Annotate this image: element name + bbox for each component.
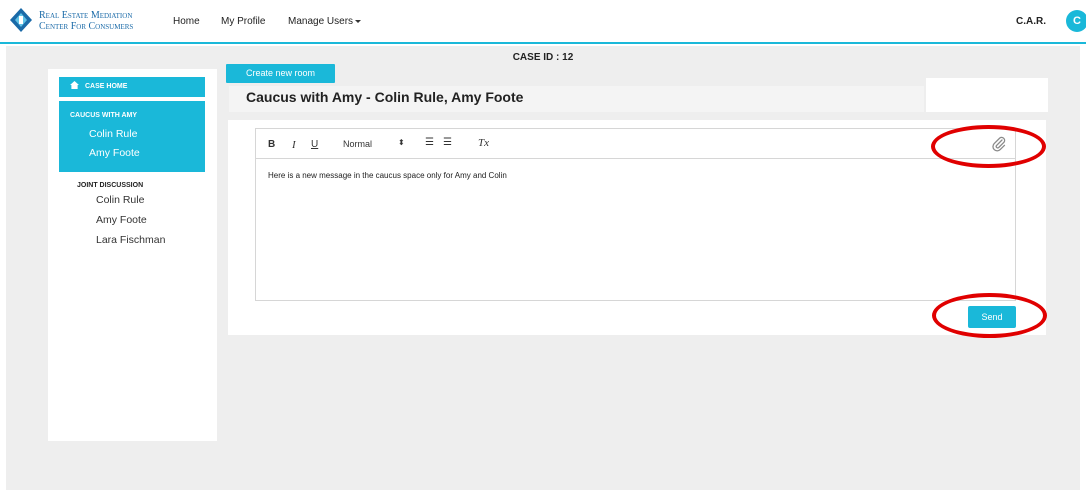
case-home-button[interactable]: CASE HOME <box>59 77 205 97</box>
caucus-room-active[interactable]: CAUCUS WITH AMY Colin Rule Amy Foote <box>59 101 205 172</box>
header-side-box <box>926 78 1048 112</box>
user-name[interactable]: C.A.R. <box>1016 16 1046 27</box>
nav-manage-users[interactable]: Manage Users <box>288 16 362 27</box>
message-text[interactable]: Here is a new message in the caucus spac… <box>268 171 507 180</box>
chevron-down-icon <box>355 19 362 23</box>
nav-home[interactable]: Home <box>173 16 200 27</box>
editor-toolbar: B I U Normal ⬍ ☰ ☰ Tx <box>256 129 1015 159</box>
clear-format-icon[interactable]: Tx <box>478 137 489 149</box>
logo-icon <box>10 8 32 32</box>
bold-button[interactable]: B <box>268 139 275 150</box>
joint-member[interactable]: Lara Fischman <box>96 234 165 246</box>
joint-discussion-title[interactable]: JOINT DISCUSSION <box>77 182 143 189</box>
avatar[interactable]: C <box>1066 10 1086 32</box>
caucus-member[interactable]: Amy Foote <box>89 147 140 159</box>
logo[interactable]: Real Estate Mediation Center For Consume… <box>8 6 133 36</box>
message-editor[interactable]: B I U Normal ⬍ ☰ ☰ Tx Here is a new mess… <box>255 128 1016 301</box>
highlight-ellipse-attachment <box>931 125 1046 168</box>
logo-line-1: Real Estate Mediation <box>39 10 133 21</box>
joint-member[interactable]: Colin Rule <box>96 194 144 206</box>
home-icon <box>70 81 79 89</box>
select-arrows-icon[interactable]: ⬍ <box>398 138 405 147</box>
logo-line-2: Center For Consumers <box>39 21 134 32</box>
bullet-list-icon[interactable]: ☰ <box>443 137 452 148</box>
font-size-select[interactable]: Normal <box>343 139 372 149</box>
top-navbar: Real Estate Mediation Center For Consume… <box>0 0 1086 44</box>
case-home-label: CASE HOME <box>85 83 128 90</box>
italic-button[interactable]: I <box>292 139 296 151</box>
underline-button[interactable]: U <box>311 139 318 150</box>
room-title: Caucus with Amy - Colin Rule, Amy Foote <box>246 89 524 105</box>
nav-my-profile[interactable]: My Profile <box>221 16 265 27</box>
case-id: CASE ID : 12 <box>512 52 574 63</box>
caucus-member[interactable]: Colin Rule <box>89 128 137 140</box>
highlight-ellipse-send <box>932 293 1047 338</box>
ordered-list-icon[interactable]: ☰ <box>425 137 434 148</box>
joint-member[interactable]: Amy Foote <box>96 214 147 226</box>
create-room-button[interactable]: Create new room <box>226 64 335 83</box>
nav-manage-users-label: Manage Users <box>288 16 354 27</box>
caucus-title: CAUCUS WITH AMY <box>70 112 138 119</box>
